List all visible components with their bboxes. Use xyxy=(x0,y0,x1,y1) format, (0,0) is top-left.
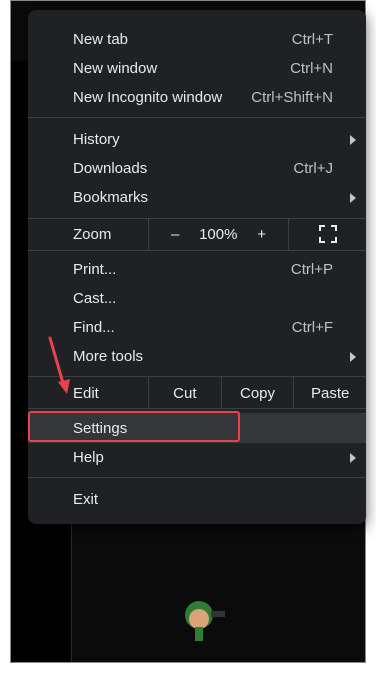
chrome-main-menu: New tab Ctrl+T New window Ctrl+N New Inc… xyxy=(28,10,366,524)
menu-separator xyxy=(28,477,366,478)
menu-item-new-window[interactable]: New window Ctrl+N xyxy=(28,54,366,83)
menu-separator xyxy=(28,408,366,409)
menu-item-bookmarks[interactable]: Bookmarks xyxy=(28,183,366,212)
menu-item-new-incognito-window[interactable]: New Incognito window Ctrl+Shift+N xyxy=(28,83,366,112)
menu-item-find[interactable]: Find... Ctrl+F xyxy=(28,313,366,342)
menu-item-label: Print... xyxy=(73,261,117,278)
menu-item-help[interactable]: Help xyxy=(28,443,366,472)
fullscreen-icon xyxy=(318,225,337,243)
menu-item-label: Help xyxy=(73,449,104,466)
zoom-label: Zoom xyxy=(28,218,149,250)
menu-item-label: New Incognito window xyxy=(73,89,223,106)
menu-item-cast[interactable]: Cast... xyxy=(28,284,366,313)
site-logo-icon xyxy=(185,601,225,641)
menu-item-label: New tab xyxy=(73,31,129,48)
settings-annotation-box xyxy=(28,411,240,442)
cut-button[interactable]: Cut xyxy=(149,377,222,409)
menu-item-shortcut: Ctrl+N xyxy=(290,60,333,77)
menu-item-new-tab[interactable]: New tab Ctrl+T xyxy=(28,25,366,54)
menu-item-print[interactable]: Print... Ctrl+P xyxy=(28,255,366,284)
menu-item-label: Find... xyxy=(73,319,115,336)
menu-item-more-tools[interactable]: More tools xyxy=(28,342,366,371)
menu-item-shortcut: Ctrl+T xyxy=(291,31,333,48)
menu-item-label: Downloads xyxy=(73,160,148,177)
menu-item-label: New window xyxy=(73,60,158,77)
edit-label: Edit xyxy=(28,377,149,409)
menu-item-history[interactable]: History xyxy=(28,125,366,154)
submenu-arrow-icon xyxy=(350,134,356,145)
menu-separator xyxy=(28,117,366,118)
zoom-out-button[interactable]: – xyxy=(171,226,179,243)
menu-item-exit[interactable]: Exit xyxy=(28,485,366,514)
zoom-controls: – 100% + xyxy=(149,218,289,250)
copy-button[interactable]: Copy xyxy=(222,377,295,409)
edit-row: Edit Cut Copy Paste xyxy=(28,377,366,409)
zoom-row: Zoom – 100% + xyxy=(28,218,366,250)
fullscreen-button[interactable] xyxy=(289,218,366,250)
menu-item-label: Bookmarks xyxy=(73,189,149,206)
menu-item-shortcut: Ctrl+F xyxy=(291,319,333,336)
menu-item-label: More tools xyxy=(73,348,144,365)
paste-button[interactable]: Paste xyxy=(294,377,366,409)
menu-item-label: Cast... xyxy=(73,290,117,307)
menu-item-shortcut: Ctrl+J xyxy=(293,160,333,177)
menu-item-label: History xyxy=(73,131,120,148)
zoom-in-button[interactable]: + xyxy=(257,226,266,243)
menu-item-downloads[interactable]: Downloads Ctrl+J xyxy=(28,154,366,183)
menu-item-shortcut: Ctrl+P xyxy=(290,261,333,278)
menu-item-label: Exit xyxy=(73,491,99,508)
menu-separator xyxy=(28,250,366,251)
screenshot-canvas: New tab Ctrl+T New window Ctrl+N New Inc… xyxy=(0,0,376,673)
submenu-arrow-icon xyxy=(350,452,356,463)
zoom-level: 100% xyxy=(199,225,238,243)
submenu-arrow-icon xyxy=(350,351,356,362)
menu-item-shortcut: Ctrl+Shift+N xyxy=(251,89,333,106)
submenu-arrow-icon xyxy=(350,192,356,203)
